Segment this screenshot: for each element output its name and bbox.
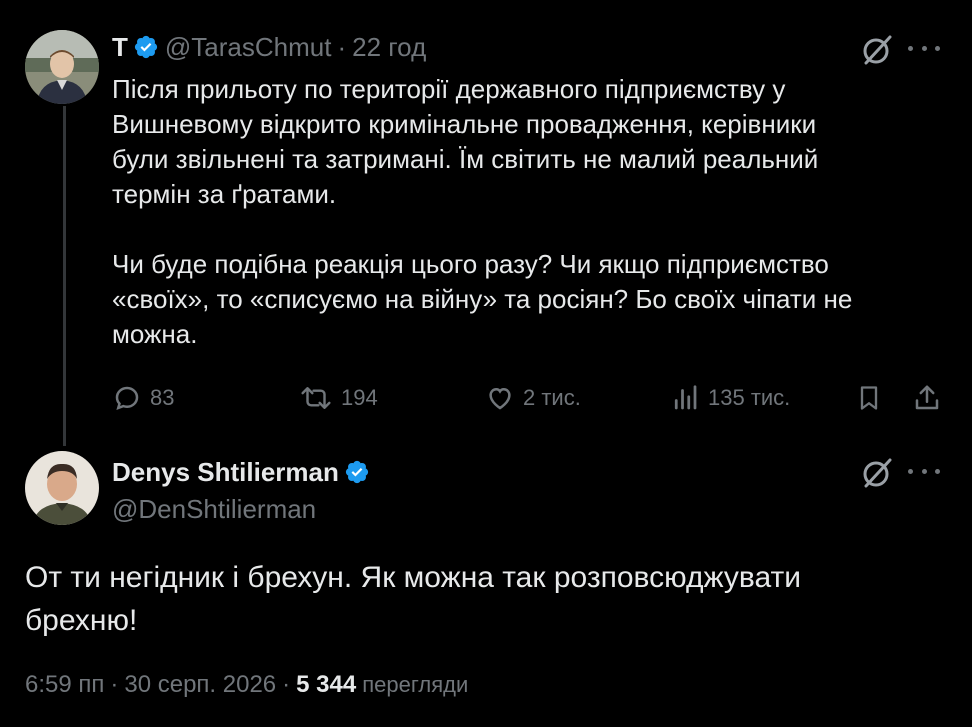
grok-icon[interactable] (860, 456, 894, 490)
views-button[interactable]: 135 тис. (670, 381, 790, 415)
more-icon[interactable] (908, 43, 940, 53)
avatar-denys[interactable] (25, 451, 99, 525)
repost-button[interactable]: 194 (299, 381, 378, 415)
tweet1-line: термін за ґратами. (112, 179, 337, 209)
tweet2-handle[interactable]: @DenShtilierman (112, 494, 316, 525)
tweet2-line: От ти негідник і брехун. Як можна так ро… (25, 561, 802, 594)
views-icon (674, 385, 697, 410)
tweet2-body: От ти негідник і брехун. Як можна так ро… (25, 556, 955, 642)
like-icon (489, 387, 511, 410)
reply-button[interactable]: 83 (112, 381, 174, 415)
bookmark-icon (860, 386, 878, 410)
tweet1-actions: 83 194 2 тис. 135 тис. (112, 381, 950, 415)
grok-icon[interactable] (860, 33, 894, 67)
more-dot (935, 468, 940, 474)
reply-icon (115, 386, 139, 411)
verified-badge-icon (133, 34, 159, 60)
verified-badge-icon (344, 459, 370, 485)
tweet1-header: T @TarasChmut · 22 год (112, 30, 426, 64)
tweet2-views-count: 5 344 (296, 671, 357, 698)
dot-separator: · (110, 671, 119, 698)
tweet1-line: «своїх», то «списуємо на війну» та росія… (112, 284, 853, 314)
tweet1-handle[interactable]: @TarasChmut (165, 32, 332, 63)
avatar-taras[interactable] (25, 30, 99, 104)
tweet2-date[interactable]: 30 серп. 2026 (124, 671, 276, 699)
bookmark-button[interactable] (855, 381, 891, 415)
thread-line (63, 106, 66, 446)
tweet1-line: були звільнені та затримані. Їм світить … (112, 144, 819, 174)
more-dot (921, 45, 927, 51)
tweet2-author-name[interactable]: Denys Shtilierman (112, 457, 339, 488)
like-count: 2 тис. (523, 385, 581, 410)
tweet1-line: Чи буде подібна реакція цього разу? Чи я… (112, 249, 829, 279)
tweet1-author-name[interactable]: T (112, 32, 128, 63)
repost-icon (301, 387, 331, 409)
more-dot (935, 45, 940, 51)
tweet1-line: Вишневому відкрито кримінальне проваджен… (112, 109, 817, 139)
reply-count: 83 (150, 385, 175, 410)
dot-separator: · (282, 671, 291, 698)
share-button[interactable] (912, 381, 950, 415)
repost-count: 194 (341, 385, 378, 410)
tweet2-meta: 6:59 пп · 30 серп. 2026 · 5 344 перегляд… (25, 668, 468, 702)
tweet2-views-label: перегляди (362, 672, 469, 697)
more-dot (908, 45, 913, 51)
like-button[interactable]: 2 тис. (485, 381, 581, 415)
tweet1-line: можна. (112, 319, 198, 349)
more-icon[interactable] (908, 466, 940, 476)
dot-separator: · (337, 31, 347, 62)
share-icon (915, 385, 939, 410)
tweet2-header: Denys Shtilierman (112, 455, 376, 489)
tweet1-line: Після прильоту по території державного п… (112, 74, 786, 104)
tweet1-time[interactable]: 22 год (352, 32, 426, 63)
tweet2-line: брехню! (25, 604, 138, 637)
tweet2-time[interactable]: 6:59 пп (25, 671, 104, 699)
more-dot (921, 468, 927, 474)
tweet1-body: Після прильоту по території державного п… (112, 72, 912, 352)
views-count: 135 тис. (708, 385, 791, 410)
more-dot (908, 468, 913, 474)
